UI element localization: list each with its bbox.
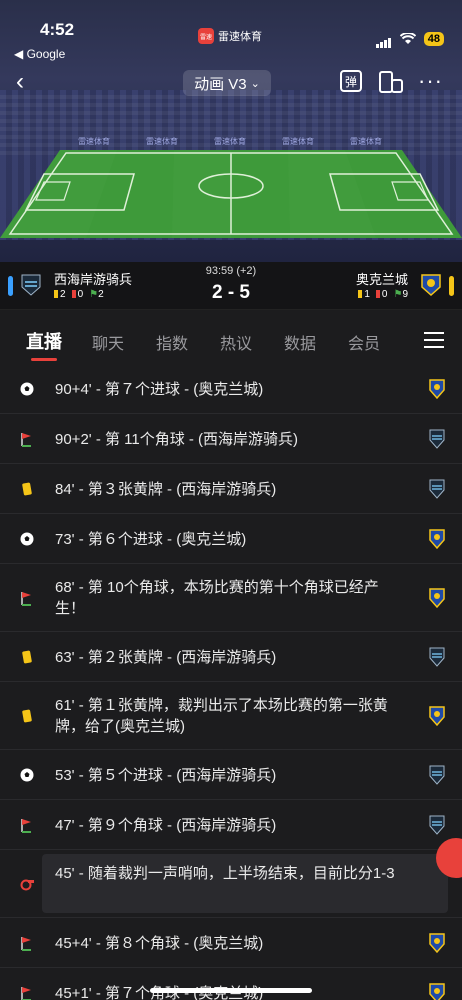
event-text: 45' - 随着裁判一声哨响，上半场结束，目前比分1-3 — [55, 865, 395, 882]
back-to-app-link[interactable]: ◀ Google — [14, 47, 65, 61]
chevron-down-icon: ⌄ — [250, 77, 260, 90]
stadium-animation[interactable]: 雷速体育 雷速体育 雷速体育 雷速体育 雷速体育 4:52 ◀ Google 雷… — [0, 0, 462, 262]
event-row[interactable]: 45+4' - 第８个角球 - (奥克兰城) — [0, 918, 462, 968]
tab-discussion[interactable]: 热议 — [220, 330, 252, 354]
whistle-icon — [20, 879, 34, 891]
away-team-logo-icon — [429, 983, 445, 1000]
event-text: 47' - 第９个角球 - (西海岸游骑兵) — [55, 816, 277, 834]
stadium-banner: 雷速体育 — [282, 137, 314, 146]
top-nav: ‹ 动画 V3 ⌄ 弹 ··· — [0, 66, 462, 100]
app-name: 雷速体育 — [218, 31, 262, 43]
away-team-logo-icon — [429, 379, 445, 400]
event-text: 90+2' - 第 11个角球 - (西海岸游骑兵) — [55, 430, 299, 448]
event-row[interactable]: 73' - 第６个进球 - (奥克兰城) — [0, 514, 462, 564]
clock: 4:52 — [40, 20, 75, 39]
rotate-screen-icon[interactable] — [378, 70, 404, 94]
danmu-toggle-button[interactable]: 弹 — [340, 70, 362, 92]
tab-chat[interactable]: 聊天 — [92, 330, 124, 354]
event-text: 61' - 第１张黄牌，裁判出示了本场比赛的第一张黄牌，给了(奥克兰城) — [55, 697, 388, 735]
event-text: 73' - 第６个进球 - (奥克兰城) — [55, 530, 247, 548]
yellow-card-icon — [22, 709, 32, 723]
status-bar: 4:52 ◀ Google 雷速 雷速体育 48 — [0, 10, 462, 61]
soccer-ball-icon — [20, 382, 34, 396]
event-row[interactable]: 63' - 第２张黄牌 - (西海岸游骑兵) — [0, 632, 462, 682]
home-indicator — [150, 988, 312, 993]
stadium-banners: 雷速体育 雷速体育 雷速体育 雷速体育 雷速体育 — [60, 136, 400, 148]
event-text: 84' - 第３张黄牌 - (西海岸游骑兵) — [55, 480, 277, 498]
app-logo-icon: 雷速 — [198, 28, 214, 44]
soccer-ball-icon — [20, 532, 34, 546]
away-team-logo-icon — [429, 588, 445, 609]
away-team-logo-icon — [429, 706, 445, 727]
event-text: 53' - 第５个进球 - (西海岸游骑兵) — [55, 766, 277, 784]
event-row[interactable]: 84' - 第３张黄牌 - (西海岸游骑兵) — [0, 464, 462, 514]
tab-data[interactable]: 数据 — [284, 330, 316, 354]
event-row[interactable]: 45+1' - 第７个角球 - (奥克兰城) — [0, 968, 462, 1000]
home-team-logo-icon — [429, 647, 445, 667]
away-stats: 1 0 ⚑9 — [358, 289, 408, 300]
event-row[interactable]: 61' - 第１张黄牌，裁判出示了本场比赛的第一张黄牌，给了(奥克兰城) — [0, 682, 462, 750]
stadium-banner: 雷速体育 — [214, 137, 246, 146]
battery-icon: 48 — [423, 32, 444, 46]
app-root: 雷速体育 雷速体育 雷速体育 雷速体育 雷速体育 4:52 ◀ Google 雷… — [0, 0, 462, 1000]
home-team-logo-icon — [429, 429, 445, 449]
yellow-card-icon — [22, 650, 32, 664]
corner-flag-icon — [21, 433, 31, 447]
away-corner-count: ⚑9 — [393, 289, 408, 300]
corner-flag-icon — [21, 987, 31, 1000]
active-tab-indicator — [31, 358, 57, 361]
event-row[interactable]: 47' - 第９个角球 - (西海岸游骑兵) — [0, 800, 462, 850]
event-row[interactable]: 45' - 随着裁判一声哨响，上半场结束，目前比分1-3 — [0, 850, 462, 918]
tab-live[interactable]: 直播 — [26, 328, 62, 354]
event-row[interactable]: 90+4' - 第７个进球 - (奥克兰城) — [0, 364, 462, 414]
animation-version-label: 动画 V3 — [194, 75, 247, 93]
soccer-ball-icon — [20, 768, 34, 782]
away-team-logo[interactable] — [420, 273, 442, 297]
corner-flag-icon — [21, 819, 31, 833]
home-team-logo-icon — [429, 815, 445, 835]
tab-bar: 直播 聊天 指数 热议 数据 会员 — [0, 318, 462, 362]
home-team-logo-icon — [429, 765, 445, 785]
system-icons: 48 — [375, 30, 444, 48]
event-row[interactable]: 90+2' - 第 11个角球 - (西海岸游骑兵) — [0, 414, 462, 464]
stadium-banner: 雷速体育 — [146, 137, 178, 146]
home-team-logo-icon — [429, 479, 445, 499]
more-options-icon[interactable]: ··· — [418, 68, 443, 94]
event-row[interactable]: 53' - 第５个进球 - (西海岸游骑兵) — [0, 750, 462, 800]
away-team-name[interactable]: 奥克兰城 — [356, 269, 408, 288]
stadium-banner: 雷速体育 — [350, 137, 382, 146]
wifi-icon — [399, 33, 416, 44]
corner-flag-icon — [21, 937, 31, 951]
stadium-banner: 雷速体育 — [78, 137, 110, 146]
event-text: 45+4' - 第８个角球 - (奥克兰城) — [55, 934, 264, 952]
event-row[interactable]: 68' - 第 10个角球，本场比赛的第十个角球已经产生！ — [0, 564, 462, 632]
away-team-logo-icon — [429, 529, 445, 550]
away-color-marker — [449, 276, 454, 296]
away-yellow-count: 1 — [358, 289, 370, 300]
event-text: 68' - 第 10个角球，本场比赛的第十个角球已经产生！ — [55, 579, 379, 617]
tab-odds[interactable]: 指数 — [156, 330, 188, 354]
signal-icon — [375, 30, 392, 48]
score-bar: 西海岸游骑兵 2 0 ⚑2 93:59 (+2) 2 - 5 奥克兰城 1 0 … — [0, 262, 462, 310]
back-button[interactable]: ‹ — [16, 70, 24, 94]
animation-version-dropdown[interactable]: 动画 V3 ⌄ — [183, 70, 271, 96]
event-text: 63' - 第２张黄牌 - (西海岸游骑兵) — [55, 648, 277, 666]
football-pitch — [0, 150, 462, 238]
menu-icon[interactable] — [424, 332, 444, 348]
away-red-count: 0 — [375, 289, 387, 300]
corner-flag-icon — [21, 592, 31, 606]
yellow-card-icon — [22, 482, 32, 496]
event-text: 90+4' - 第７个进球 - (奥克兰城) — [55, 380, 264, 398]
away-team-logo-icon — [429, 933, 445, 954]
tab-member[interactable]: 会员 — [348, 330, 380, 354]
app-name-pill: 雷速 雷速体育 — [198, 28, 262, 44]
